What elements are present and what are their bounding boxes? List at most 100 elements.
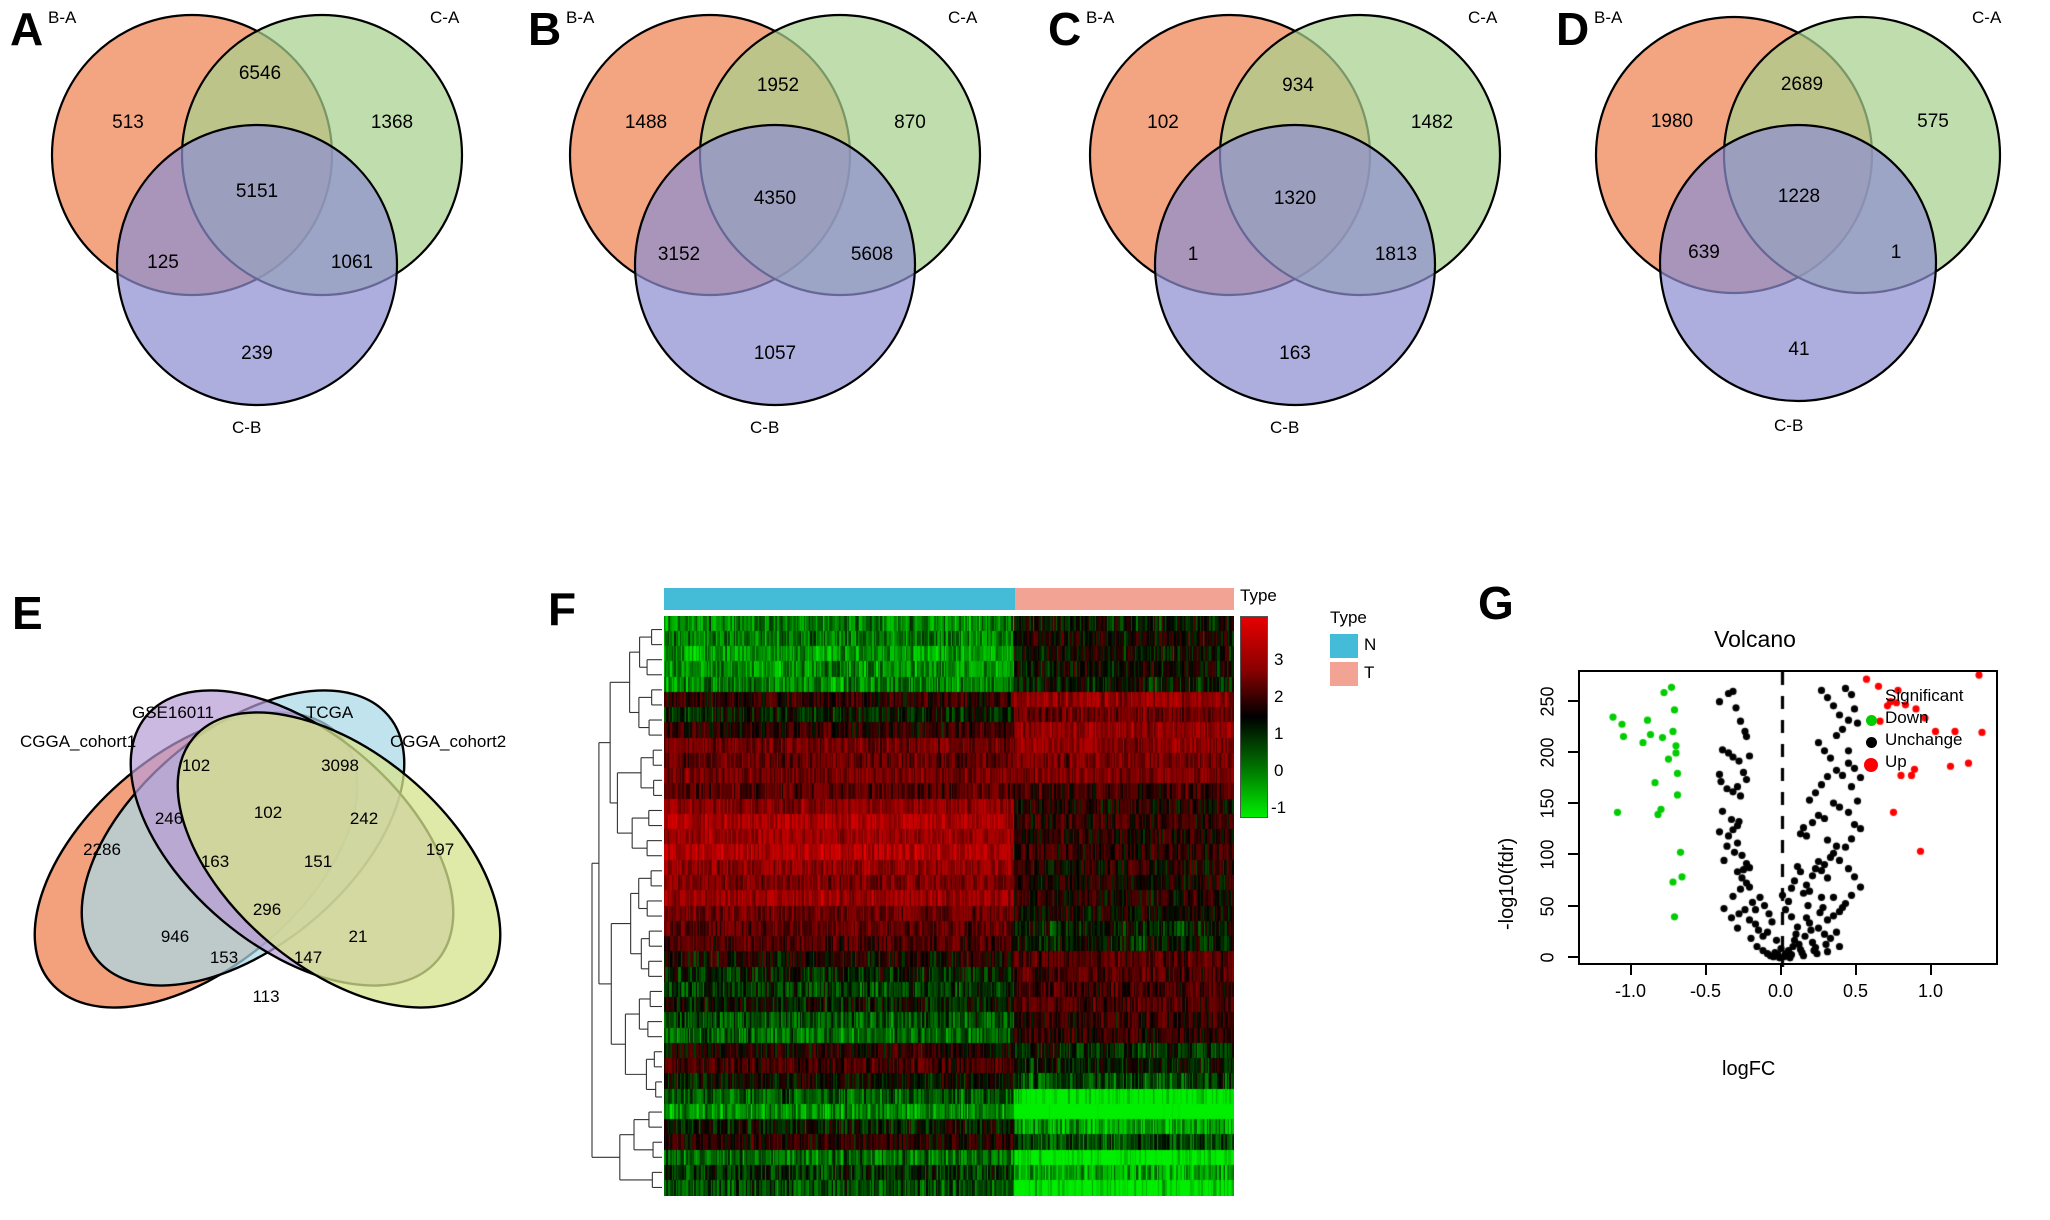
venn-c-count-only-right: 1482	[1410, 112, 1454, 133]
venn-e-count-s1-s3-s4: 153	[209, 948, 239, 967]
venn-e-count-only-s1: 2286	[83, 840, 121, 859]
venn-d-label-bottom: C-B	[1774, 416, 1804, 435]
venn-b-count-only-bottom: 1057	[753, 343, 797, 364]
heatmap-type-legend-title: Type	[1330, 608, 1367, 627]
venn-diagram-c	[1038, 0, 1553, 450]
heatmap-scale-tick-2: 2	[1274, 687, 1284, 706]
heatmap-legend-label-t: T	[1364, 663, 1375, 682]
volcano-legend-label-down: Down	[1885, 708, 1929, 727]
volcano-y-tickmark	[1568, 802, 1578, 805]
volcano-x-tick-label: -0.5	[1689, 981, 1722, 1001]
venn-d-count-only-bottom: 41	[1788, 339, 1810, 360]
volcano-legend-dot-down	[1866, 715, 1877, 726]
volcano-x-tickmark	[1629, 965, 1632, 975]
volcano-y-tickmark	[1568, 904, 1578, 907]
venn-b-count-only-left: 1488	[624, 112, 668, 133]
venn-d-count-right-bottom: 1	[1890, 242, 1902, 263]
volcano-legend-title: Significant	[1885, 686, 1964, 705]
volcano-y-tick-label: 250	[1537, 686, 1558, 717]
venn-a-count-left-right: 6546	[238, 63, 282, 84]
heatmap-annotation-track-label: Type	[1240, 586, 1277, 605]
volcano-y-tick-label: 200	[1537, 737, 1558, 768]
venn-diagram-b	[518, 0, 1033, 450]
venn-e-count-s2-s3: 102	[253, 803, 283, 822]
venn-c-count-only-left: 102	[1147, 112, 1179, 133]
venn-e-count-s1-s2-s4: 147	[293, 948, 323, 967]
venn-b-count-left-right: 1952	[756, 75, 800, 96]
panel-e: E CGGA_cohort1 GSE16011 TCGA CGGA_cohort…	[0, 560, 540, 1120]
panel-c: C B-A C-A C-B 102 934 1482 1320 1 1813 1…	[1038, 0, 1553, 450]
volcano-x-tickmark	[1779, 965, 1782, 975]
volcano-x-tickmark	[1854, 965, 1857, 975]
venn-e-count-all-four: 296	[252, 900, 282, 919]
venn-c-label-top-left: B-A	[1086, 8, 1115, 27]
heatmap-legend-swatch-t	[1330, 662, 1358, 686]
venn-a-label-bottom: C-B	[232, 418, 262, 437]
panel-g: G Volcano -log10(fdr) logFC -1.0 -0.5 0.0 0…	[1460, 560, 2050, 1220]
venn-d-label-top-left: B-A	[1594, 8, 1623, 27]
volcano-x-tickmark	[1704, 965, 1707, 975]
venn-d-count-center: 1228	[1777, 186, 1821, 207]
heatmap-row-dendrogram	[588, 622, 662, 1195]
venn-a-label-top-left: B-A	[48, 8, 77, 27]
venn-b-count-left-bottom: 3152	[657, 244, 701, 265]
venn-d-label-top-right: C-A	[1972, 8, 2002, 27]
venn-e-count-s1-s2: 246	[154, 809, 184, 828]
venn-d-count-only-right: 575	[1917, 111, 1949, 132]
venn-e-count-s2-s4: 21	[348, 927, 368, 946]
heatmap-annotation-segment-t	[1014, 588, 1234, 610]
volcano-y-tickmark	[1568, 853, 1578, 856]
venn-a-label-top-right: C-A	[430, 8, 460, 27]
venn-b-label-bottom: C-B	[750, 418, 780, 437]
venn-e-count-s1-s4: 113	[252, 987, 280, 1006]
volcano-x-tick-label: -1.0	[1614, 981, 1647, 1001]
heatmap-scale-tick-1: 1	[1274, 724, 1284, 743]
venn-a-count-only-bottom: 239	[241, 343, 273, 364]
venn-e-label-gse16011: GSE16011	[132, 703, 214, 722]
heatmap-color-scale	[1240, 616, 1268, 818]
volcano-axes: -1.0 -0.5 0.0 0.5 1.0 0 50 100 150 200 250	[1460, 560, 2050, 1220]
venn-c-count-center: 1320	[1273, 188, 1317, 209]
venn-e-count-s2-s3-s4: 151	[303, 852, 333, 871]
venn-diagram-e	[0, 560, 540, 1120]
volcano-y-tick-label: 100	[1537, 839, 1558, 870]
venn-e-count-only-s2: 102	[181, 756, 211, 775]
heatmap-scale-tick-minus1: -1	[1271, 798, 1287, 817]
volcano-legend-dot-up	[1864, 758, 1878, 772]
panel-f: F Type 3 2 1 0 -1 Type N T	[540, 560, 1460, 1220]
volcano-y-tick-label: 0	[1537, 952, 1558, 963]
volcano-legend-dot-unchange	[1866, 737, 1877, 748]
venn-c-count-left-bottom: 1	[1187, 244, 1199, 265]
venn-a-count-only-right: 1368	[370, 112, 414, 133]
venn-e-count-s3-s4: 242	[349, 809, 379, 828]
volcano-x-tick-label: 1.0	[1917, 981, 1944, 1001]
venn-e-count-s1-s3: 946	[160, 927, 190, 946]
venn-a-count-left-bottom: 125	[147, 252, 179, 273]
volcano-y-tick-label: 50	[1537, 896, 1558, 917]
panel-b: B B-A C-A C-B 1488 1952 870 4350 3152 56…	[518, 0, 1033, 450]
venn-d-count-left-right: 2689	[1780, 74, 1824, 95]
heatmap-legend-swatch-n	[1330, 634, 1358, 658]
volcano-y-tickmark	[1568, 699, 1578, 702]
venn-c-count-only-bottom: 163	[1279, 343, 1311, 364]
panel-f-letter: F	[548, 583, 577, 635]
venn-b-count-right-bottom: 5608	[850, 244, 894, 265]
venn-b-count-only-right: 870	[894, 112, 926, 133]
heatmap-scale-tick-3: 3	[1274, 650, 1284, 669]
volcano-x-tick-label: 0.5	[1842, 981, 1869, 1001]
venn-b-label-top-left: B-A	[566, 8, 595, 27]
heatmap-legend-label-n: N	[1364, 635, 1377, 654]
venn-c-count-right-bottom: 1813	[1374, 244, 1418, 265]
volcano-x-tickmark	[1929, 965, 1932, 975]
venn-e-count-only-s3: 3098	[321, 756, 359, 775]
venn-e-label-cgga-cohort1: CGGA_cohort1	[20, 732, 137, 751]
panel-a: A B-A C-A C-B 513 6546 1368 5151 125 106…	[0, 0, 515, 450]
volcano-x-tick-label: 0.0	[1767, 981, 1794, 1001]
volcano-y-tickmark	[1568, 955, 1578, 958]
venn-c-count-left-right: 934	[1282, 75, 1314, 96]
venn-d-count-left-bottom: 639	[1688, 242, 1720, 263]
venn-a-count-only-left: 513	[112, 112, 144, 133]
heatmap-matrix	[664, 616, 1234, 1196]
volcano-y-tickmark	[1568, 750, 1578, 753]
venn-c-label-bottom: C-B	[1270, 418, 1300, 437]
